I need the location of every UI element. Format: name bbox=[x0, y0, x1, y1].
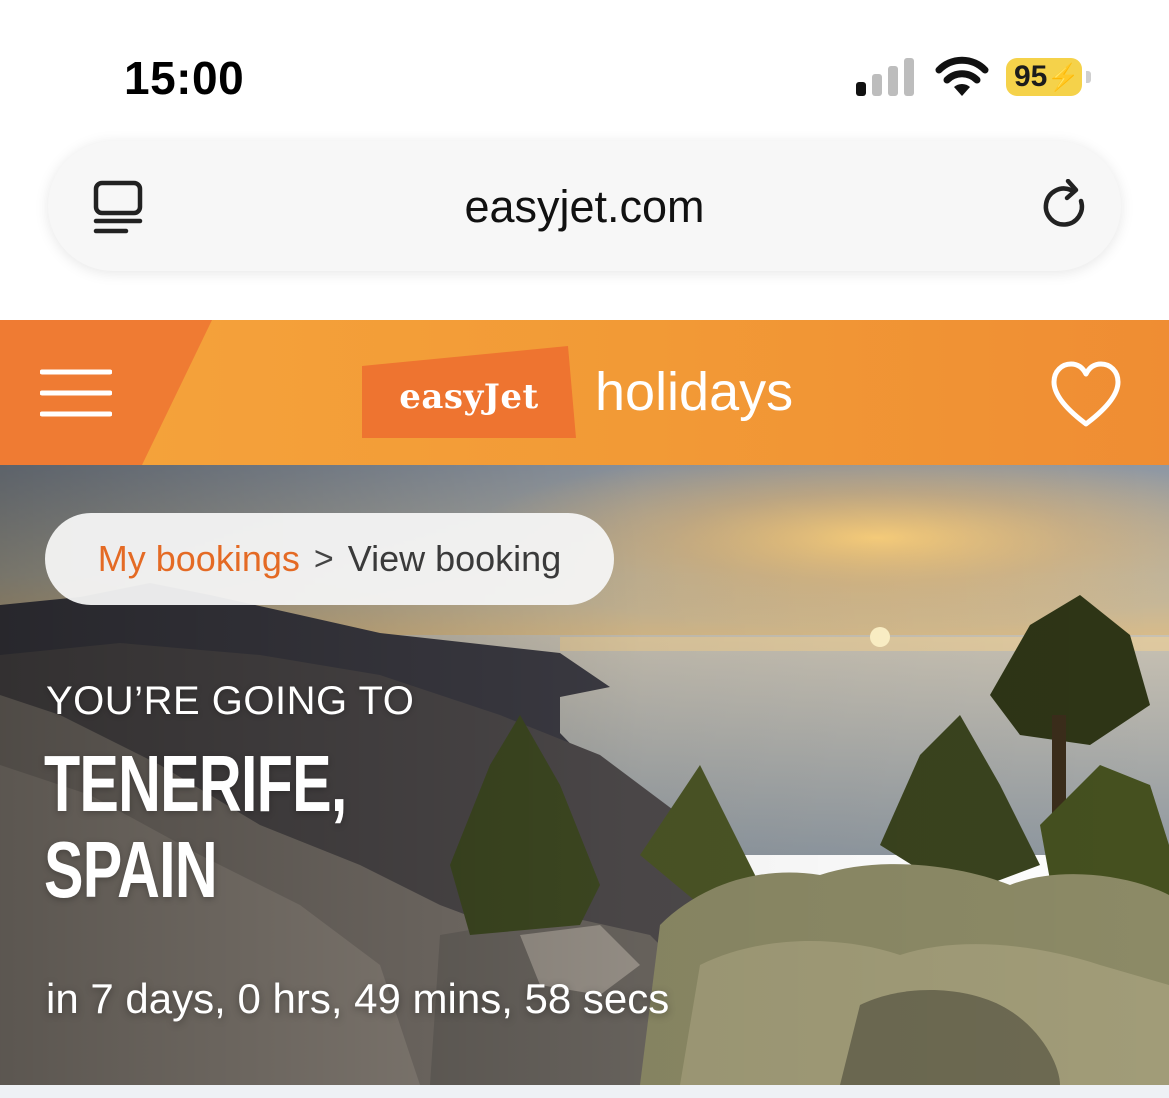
destination-title: TENERIFE, SPAIN bbox=[44, 741, 458, 913]
reload-icon[interactable] bbox=[1041, 179, 1093, 235]
breadcrumb: My bookings > View booking bbox=[45, 513, 614, 605]
cellular-signal-icon bbox=[856, 58, 914, 96]
wifi-icon bbox=[935, 56, 989, 96]
breadcrumb-current: View booking bbox=[347, 538, 562, 579]
eyebrow-text: YOU’RE GOING TO bbox=[46, 679, 415, 723]
header-slant-decoration bbox=[0, 320, 212, 465]
battery-level: 95⚡ bbox=[1014, 60, 1080, 93]
brand-suffix: holidays bbox=[595, 362, 794, 422]
hero-banner: My bookings > View booking YOU’RE GOING … bbox=[0, 465, 1169, 1085]
easyjet-logo[interactable]: easyJet bbox=[362, 346, 576, 438]
battery-charging-icon: 95⚡ bbox=[1006, 58, 1092, 96]
destination-line-1: TENERIFE, bbox=[44, 739, 347, 828]
page-bottom-divider bbox=[0, 1085, 1169, 1098]
logo-text: easyJet bbox=[399, 377, 539, 417]
countdown-timer: in 7 days, 0 hrs, 49 mins, 58 secs bbox=[46, 975, 670, 1022]
status-time: 15:00 bbox=[124, 52, 245, 104]
breadcrumb-separator: > bbox=[313, 540, 334, 578]
url-text[interactable]: easyjet.com bbox=[48, 181, 1121, 233]
heart-icon[interactable] bbox=[1048, 360, 1124, 430]
battery-cap bbox=[1086, 71, 1091, 83]
address-bar[interactable]: easyjet.com bbox=[48, 141, 1121, 271]
breadcrumb-my-bookings-link[interactable]: My bookings bbox=[98, 537, 300, 581]
status-bar: 15:00 95⚡ bbox=[0, 0, 1169, 140]
site-header: easyJet holidays bbox=[0, 320, 1169, 465]
hamburger-menu-icon[interactable] bbox=[40, 368, 112, 418]
destination-line-2: SPAIN bbox=[44, 825, 218, 914]
